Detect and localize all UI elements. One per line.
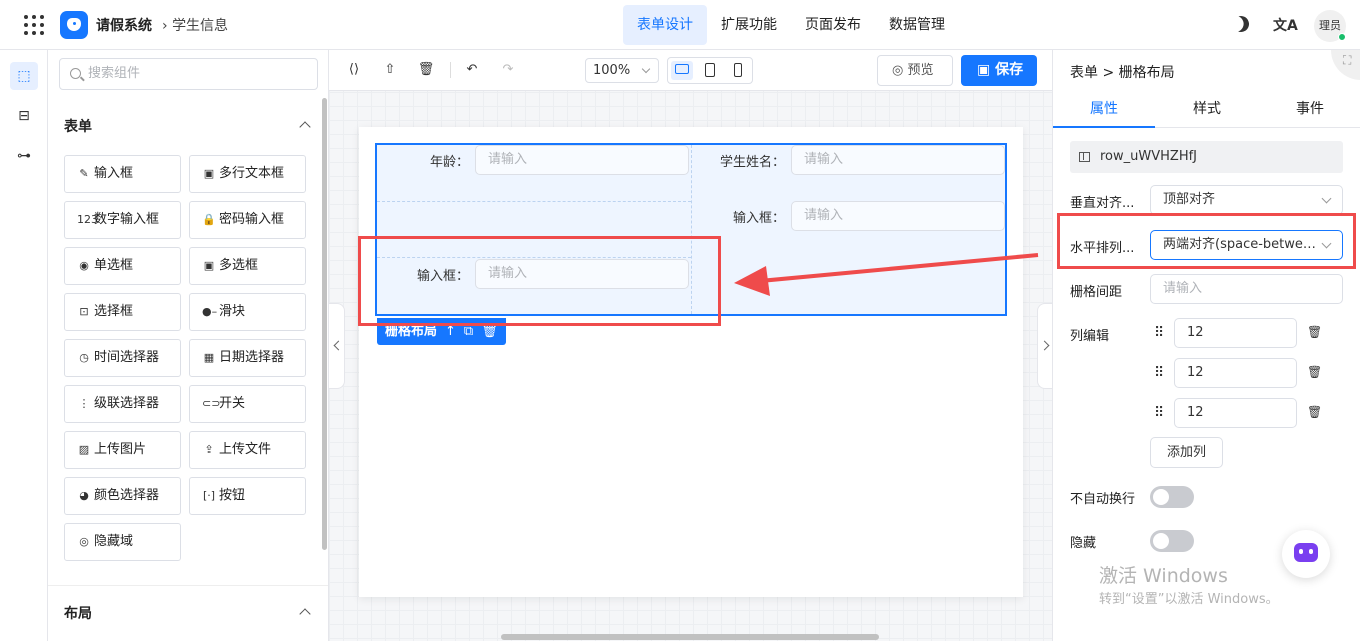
annotation-arrow-shaft (759, 253, 1039, 283)
annotation-arrow (734, 253, 1039, 296)
annotation-arrow-head (734, 266, 770, 296)
